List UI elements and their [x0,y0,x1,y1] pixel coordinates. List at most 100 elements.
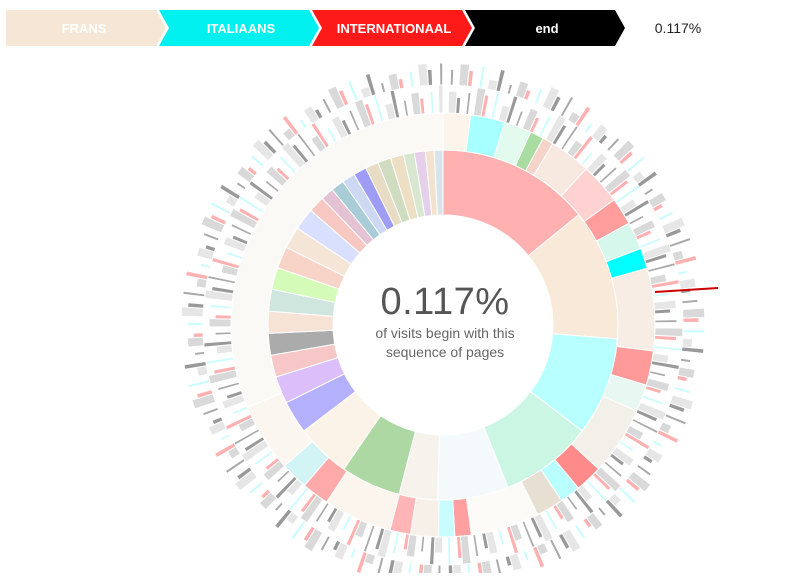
sunburst-segment-ring4-13[interactable] [466,69,475,88]
sunburst-segment-ring3-215[interactable] [225,250,243,260]
sunburst-segment-ring3-267[interactable] [437,84,444,114]
sunburst-segment-ring4-130[interactable] [494,557,503,576]
sunburst-segment-ring4-145[interactable] [406,562,413,578]
sunburst-segment-ring4-65[interactable] [676,269,689,276]
sunburst-segment-ring4-230[interactable] [235,181,247,191]
sunburst-segment-ring4-110[interactable] [596,506,607,517]
sunburst-segment-ring4-137[interactable] [451,563,463,576]
sunburst-segment-ring3-85[interactable] [641,394,665,406]
sunburst-segment-ring3-202[interactable] [208,318,232,328]
sunburst-segment-ring4-73[interactable] [682,317,700,323]
sunburst-segment-ring3-138[interactable] [428,536,436,566]
sunburst-segment-ring4-35[interactable] [583,122,594,134]
sunburst-segment-ring3-132[interactable] [459,534,472,565]
sunburst-segment-ring4-20[interactable] [506,83,514,96]
sunburst-segment-ring4-202[interactable] [186,336,205,348]
sunburst-segment-ring4-100[interactable] [636,463,653,477]
sunburst-segment-ring4-210[interactable] [182,290,206,298]
sunburst-segment-ring3-15[interactable] [490,90,501,120]
sunburst-segment-ring2-20[interactable] [437,499,456,538]
sunburst-segment-ring3-125[interactable] [497,528,506,546]
sunburst-segment-ring4-72[interactable] [681,307,706,319]
sunburst-segment-ring4-67[interactable] [678,277,697,290]
sunburst-segment-ring4-268[interactable] [426,68,434,86]
sunburst-segment-ring4-220[interactable] [202,231,220,242]
sunburst-segment-ring4-208[interactable] [187,302,205,309]
sunburst-segment-ring3-10[interactable] [465,91,472,116]
sunburst-segment-ring3-80[interactable] [648,370,667,378]
sunburst-segment-ring3-8[interactable] [455,96,462,115]
sunburst-segment-ring3-265[interactable] [429,90,435,114]
sunburst-segment-ring4-40[interactable] [605,136,621,153]
sunburst-segment-ring4-143[interactable] [417,563,425,575]
sunburst-segment-ring4-215[interactable] [199,262,212,270]
sunburst-segment-ring3-200[interactable] [214,331,232,336]
sunburst-segment-ring3-68[interactable] [653,308,672,315]
sunburst-segment-ring4-185[interactable] [219,433,232,442]
sunburst-segment-ring4-255[interactable] [346,79,359,103]
sunburst-segment-ring4-150[interactable] [375,556,385,578]
sunburst-segment-ring4-180[interactable] [224,457,246,475]
sunburst-segment-ring4-260[interactable] [379,81,387,94]
sunburst-segment-ring4-90[interactable] [664,413,688,426]
sunburst-segment-ring4-95[interactable] [651,439,664,448]
sunburst-segment-ring4-203[interactable] [192,332,204,339]
sunburst-segment-ring3-205[interactable] [209,303,233,310]
sunburst-segment-ring3-70[interactable] [654,319,678,324]
sunburst-segment-ring4-85[interactable] [673,385,692,395]
sunburst-segment-ring3-140[interactable] [420,535,426,553]
sunburst-segment-ring3-130[interactable] [472,533,480,558]
sunburst-segment-ring4-80[interactable] [679,357,692,364]
sunburst-segment-ring4-205[interactable] [186,322,204,327]
sunburst-segment-ring4-78[interactable] [681,346,705,355]
sunburst-segment-ring3-210[interactable] [206,274,237,285]
sunburst-segment-ring4-270[interactable] [439,62,444,86]
sunburst-segment-ring4-115[interactable] [573,523,587,540]
sunburst-segment-ring3-65[interactable] [652,291,670,298]
sunburst-segment-ring3-137[interactable] [433,536,443,554]
sunburst-segment-ring4-135[interactable] [466,562,472,578]
sunburst-segment-ring4-50[interactable] [642,187,655,197]
sunburst-segment-ring4-140[interactable] [437,564,442,576]
sunburst-segment-ring4-267[interactable] [417,62,429,87]
sunburst-segment-ring3-55[interactable] [639,236,662,249]
sunburst-segment-ring4-15[interactable] [478,65,486,89]
sunburst-segment-ring4-235[interactable] [249,153,265,168]
sunburst-segment-ring4-175[interactable] [248,480,264,495]
sunburst-segment-ring4-190[interactable] [201,406,220,417]
sunburst-segment-ring4-10[interactable] [449,68,455,86]
sunburst-segment-ring4-70[interactable] [681,298,699,305]
sunburst-segment-ring3-145[interactable] [391,531,401,555]
sunburst-segment-ring3-60[interactable] [647,262,677,273]
sunburst-segment-ring3-195[interactable] [205,356,235,365]
sunburst-segment-ring4-195[interactable] [187,379,211,389]
sunburst-segment-ring4-25[interactable] [533,87,544,105]
sunburst-segment-ring3-255[interactable] [372,93,385,123]
sunburst-chart[interactable] [0,0,800,578]
sunburst-segment-ring3-135[interactable] [447,536,452,566]
sunburst-segment-ring3-50[interactable] [628,214,645,226]
sunburst-segment-ring3-190[interactable] [217,381,241,392]
sunburst-segment-ring3-75[interactable] [653,345,683,352]
sunburst-segment-ring3-73[interactable] [653,334,678,342]
sunburst-segment-ring4-55[interactable] [657,210,675,222]
sunburst-segment-ring3-67[interactable] [653,299,677,311]
sunburst-segment-ring3-203[interactable] [214,314,232,320]
sunburst-segment-ring4-138[interactable] [447,564,454,578]
sunburst-segment-ring4-125[interactable] [522,549,530,562]
sunburst-segment-ring4-155[interactable] [349,547,358,559]
sunburst-segment-ring4-77[interactable] [681,337,694,349]
sunburst-segment-ring4-170[interactable] [273,501,284,513]
sunburst-segment-ring3-155[interactable] [341,514,353,532]
sunburst-segment-ring2-11[interactable] [611,267,656,352]
sunburst-segment-ring4-75[interactable] [682,329,706,334]
sunburst-segment-ring4-120[interactable] [548,538,563,561]
sunburst-segment-ring3-185[interactable] [231,405,249,416]
sunburst-segment-ring4-265[interactable] [408,70,415,88]
sunburst-segment-ring3-260[interactable] [402,99,410,117]
sunburst-segment-ring4-250[interactable] [321,97,333,115]
sunburst-segment-ring4-60[interactable] [668,236,692,249]
sunburst-segment-ring3-262[interactable] [409,91,422,116]
sunburst-segment-ring4-245[interactable] [298,118,308,130]
sunburst-segment-ring3-20[interactable] [514,110,524,128]
